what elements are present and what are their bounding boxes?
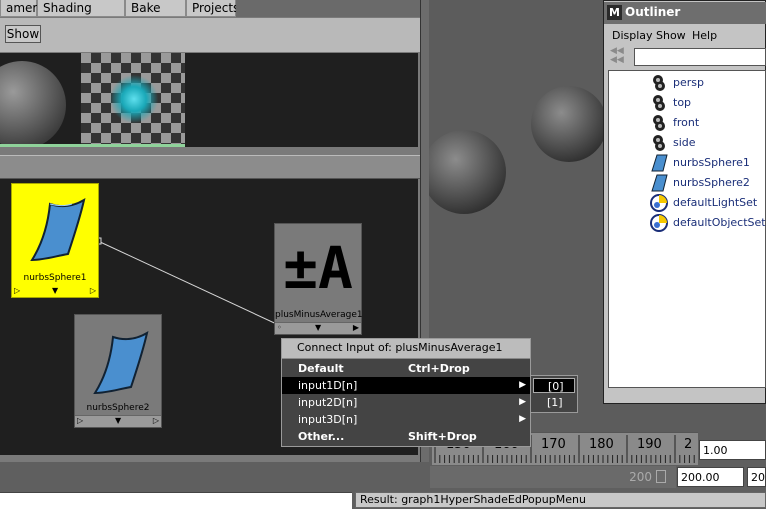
- range-handle[interactable]: [656, 470, 666, 483]
- node-plus-minus-average-1[interactable]: ±A plusMinusAverage1 ◦ ▼ ▶: [274, 223, 363, 335]
- swatch-selection-line: [0, 144, 185, 147]
- submenu-arrow-icon: ▶: [519, 414, 526, 424]
- node-port-bar: ◦ ▼ ▶: [275, 322, 361, 334]
- port-menu-icon[interactable]: ▼: [315, 323, 321, 333]
- tab-strip-fill: [236, 0, 420, 17]
- node-nurbs-sphere-1[interactable]: nurbsSphere1 ▷ ▼ ▷: [11, 183, 99, 298]
- node-port-bar: ▷ ▼ ▷: [75, 415, 161, 427]
- node-label: plusMinusAverage1: [275, 310, 363, 320]
- port-left-icon[interactable]: ◦: [277, 323, 282, 333]
- outliner-item-label: nurbsSphere1: [673, 156, 750, 169]
- menu-item-input2d[interactable]: input2D[n] ▶: [282, 394, 530, 411]
- light-swatch[interactable]: [81, 53, 185, 145]
- outliner-item-label: nurbsSphere2: [673, 176, 750, 189]
- port-menu-icon[interactable]: ▼: [52, 286, 58, 296]
- outliner-menu-display[interactable]: Display: [612, 29, 653, 42]
- outliner-item-front[interactable]: front: [649, 113, 766, 133]
- context-submenu: [0] [1]: [530, 375, 578, 413]
- outliner-item-default-object-set[interactable]: defaultObjectSet: [649, 213, 766, 233]
- time-tick-label: 170: [541, 437, 566, 452]
- submenu-item-0[interactable]: [0]: [533, 378, 575, 393]
- menu-item-input1d[interactable]: input1D[n] ▶: [282, 377, 530, 394]
- menu-item-input3d[interactable]: input3D[n] ▶: [282, 411, 530, 428]
- maya-logo-icon: M: [607, 5, 622, 20]
- outliner-list[interactable]: persp top front side nurbsSphere1 nurbsS…: [608, 70, 766, 388]
- range-end-display: 200: [629, 470, 652, 484]
- set-icon: [650, 194, 668, 212]
- outliner-item-label: top: [673, 96, 692, 109]
- menu-item-label: input1D[n]: [298, 379, 358, 392]
- outliner-item-nurbs-sphere-2[interactable]: nurbsSphere2: [649, 173, 766, 193]
- outliner-item-label: defaultLightSet: [673, 196, 758, 209]
- submenu-arrow-icon: ▶: [519, 380, 526, 390]
- time-tick-label: 2: [684, 437, 693, 452]
- nurbs-surface-icon: [30, 197, 86, 262]
- port-menu-icon[interactable]: ▼: [115, 416, 121, 426]
- pma-icon: ±A: [283, 234, 353, 302]
- nurbs-surface-icon: [93, 330, 149, 395]
- outliner-item-label: defaultObjectSet: [673, 216, 766, 229]
- outliner-search-field[interactable]: [634, 48, 766, 66]
- outliner-item-label: side: [673, 136, 696, 149]
- nurbs-surface-icon: [651, 154, 668, 172]
- time-tick-label: 180: [589, 437, 614, 452]
- swatch-toolbar: [0, 18, 420, 52]
- nurbs-surface-icon: [651, 174, 668, 192]
- camera-icon: [653, 75, 665, 91]
- outliner-titlebar[interactable]: M Outliner: [604, 2, 766, 24]
- context-menu: Connect Input of: plusMinusAverage1 Defa…: [281, 338, 531, 447]
- outliner-item-label: front: [673, 116, 700, 129]
- anim-end-field[interactable]: 200: [747, 467, 766, 487]
- outliner-title: Outliner: [625, 5, 681, 19]
- outliner-item-top[interactable]: top: [649, 93, 766, 113]
- menu-item-label: Other...: [298, 430, 345, 443]
- current-time-field[interactable]: 1.00: [699, 440, 766, 460]
- tab-cameras[interactable]: ameras: [0, 0, 51, 17]
- submenu-item-1[interactable]: [1]: [533, 395, 575, 410]
- outliner-menu-help[interactable]: Help: [692, 29, 717, 42]
- port-right-icon[interactable]: ▷: [153, 416, 159, 426]
- tab-shading-groups[interactable]: Shading Groups: [37, 0, 125, 32]
- outliner-item-nurbs-sphere-1[interactable]: nurbsSphere1: [649, 153, 766, 173]
- port-right-icon[interactable]: ▷: [90, 286, 96, 296]
- time-tick-label: 190: [637, 437, 662, 452]
- tab-projects[interactable]: Projects: [186, 0, 239, 17]
- set-icon: [650, 214, 668, 232]
- node-label: nurbsSphere1: [23, 273, 87, 283]
- tab-bake-sets[interactable]: Bake Sets: [125, 0, 186, 32]
- camera-icon: [653, 115, 665, 131]
- port-left-icon[interactable]: ▷: [14, 286, 20, 296]
- context-menu-title: Connect Input of: plusMinusAverage1: [282, 339, 530, 359]
- outliner-menu-show[interactable]: Show: [656, 29, 686, 42]
- menu-item-label: input2D[n]: [298, 396, 358, 409]
- port-left-icon[interactable]: ▷: [77, 416, 83, 426]
- menu-item-label: Default: [298, 362, 344, 375]
- menu-item-other[interactable]: Other... Shift+Drop: [282, 428, 530, 445]
- outliner-item-label: persp: [673, 76, 704, 89]
- node-port-bar: ▷ ▼ ▷: [12, 286, 98, 297]
- node-nurbs-sphere-2[interactable]: nurbsSphere2 ▷ ▼ ▷: [74, 314, 162, 428]
- camera-icon: [653, 135, 665, 151]
- node-label: nurbsSphere2: [86, 403, 150, 413]
- outliner-item-side[interactable]: side: [649, 133, 766, 153]
- outliner-nav-arrows[interactable]: ◀◀ ◀◀: [610, 47, 632, 65]
- camera-icon: [653, 95, 665, 111]
- viewport-sphere-1: [429, 130, 506, 214]
- command-line[interactable]: [0, 492, 352, 509]
- submenu-arrow-icon: ▶: [519, 397, 526, 407]
- show-button[interactable]: Show: [5, 25, 41, 43]
- range-slider[interactable]: 200: [430, 466, 676, 488]
- menu-item-label: input3D[n]: [298, 413, 358, 426]
- outliner-item-persp[interactable]: persp: [649, 73, 766, 93]
- panel-splitter[interactable]: [0, 155, 420, 179]
- range-end-field[interactable]: 200.00: [677, 467, 744, 487]
- outliner-item-default-light-set[interactable]: defaultLightSet: [649, 193, 766, 213]
- result-line: Result: graph1HyperShadeEdPopupMenu: [355, 492, 766, 508]
- port-right-icon[interactable]: ▶: [353, 323, 359, 333]
- menu-item-accel: Ctrl+Drop: [408, 362, 470, 375]
- viewport-sphere-2: [531, 86, 607, 162]
- sphere-swatch[interactable]: [0, 53, 80, 145]
- menu-item-accel: Shift+Drop: [408, 430, 477, 443]
- menu-item-default[interactable]: Default Ctrl+Drop: [282, 360, 530, 377]
